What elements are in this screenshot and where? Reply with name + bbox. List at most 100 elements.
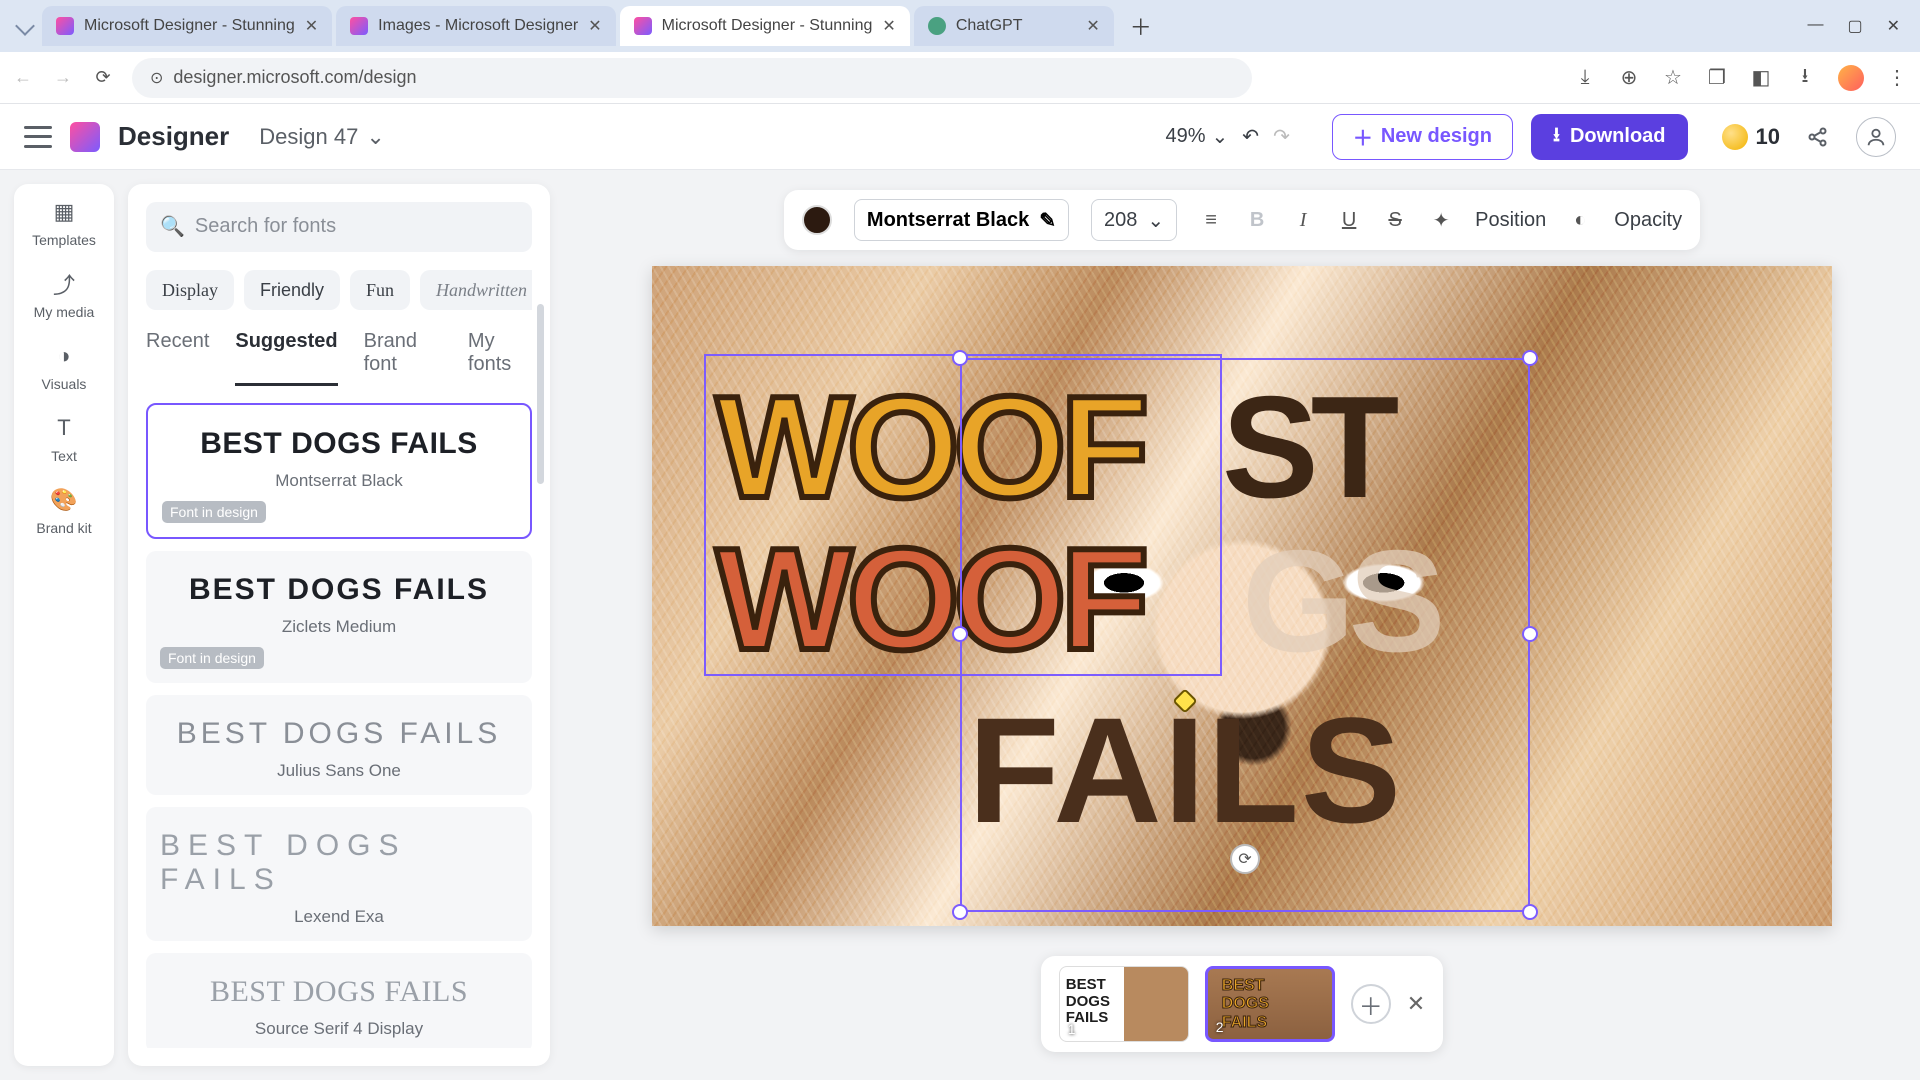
- chevron-down-icon: ⌄: [366, 124, 384, 150]
- bookmark-icon[interactable]: ☆: [1662, 67, 1684, 89]
- close-icon[interactable]: ✕: [882, 16, 895, 36]
- selection-box-main[interactable]: [960, 358, 1530, 912]
- page-thumbnail-1[interactable]: 1: [1059, 966, 1189, 1042]
- font-card-montserrat[interactable]: BEST DOGS FAILS Montserrat Black Font in…: [146, 403, 532, 539]
- scrollbar-thumb[interactable]: [537, 304, 544, 484]
- credits-value: 10: [1756, 124, 1780, 150]
- font-size-dropdown[interactable]: 208 ⌄: [1091, 199, 1177, 241]
- strikethrough-icon[interactable]: S: [1383, 209, 1407, 232]
- rail-my-media[interactable]: ⤴ My media: [14, 270, 114, 320]
- close-icon[interactable]: ✕: [1086, 16, 1099, 36]
- app-header: Designer Design 47 ⌄ 49% ⌄ ↶ ↷ ＋ New des…: [0, 104, 1920, 170]
- chip-friendly[interactable]: Friendly: [244, 270, 340, 311]
- design-canvas[interactable]: WOOF ST WOOF GS FAILS ⟳: [652, 266, 1832, 926]
- rail-templates[interactable]: ▦ Templates: [14, 198, 114, 248]
- reload-icon[interactable]: ⟳: [92, 67, 114, 89]
- page-thumbnail-2-active[interactable]: 2: [1205, 966, 1335, 1042]
- tab-title: ChatGPT: [956, 17, 1023, 35]
- design-name-dropdown[interactable]: Design 47 ⌄: [259, 124, 385, 150]
- resize-handle-icon[interactable]: [952, 350, 968, 366]
- favicon-icon: [56, 17, 74, 35]
- upload-icon: ⤴: [50, 270, 78, 298]
- chevron-down-icon: ⌄: [1212, 124, 1229, 149]
- install-app-icon[interactable]: ⤓: [1574, 67, 1596, 89]
- font-sample: BEST DOGS FAILS: [210, 975, 468, 1009]
- url-field[interactable]: ⊙ designer.microsoft.com/design: [132, 58, 1252, 98]
- browser-tab-2[interactable]: Images - Microsoft Designer ✕: [336, 6, 615, 46]
- zoom-dropdown[interactable]: 49% ⌄: [1166, 124, 1229, 149]
- edit-icon: ✎: [1039, 208, 1056, 233]
- site-info-icon[interactable]: ⊙: [150, 68, 163, 88]
- effects-icon[interactable]: ✦: [1429, 208, 1453, 233]
- undo-icon[interactable]: ↶: [1242, 124, 1259, 149]
- hamburger-menu-icon[interactable]: [24, 126, 52, 148]
- chip-handwritten[interactable]: Handwritten: [420, 270, 532, 311]
- side-panel-icon[interactable]: ◧: [1750, 67, 1772, 89]
- font-family-label: Montserrat Black: [867, 209, 1029, 232]
- profile-avatar-icon[interactable]: [1838, 65, 1864, 91]
- rail-visuals[interactable]: ◑ Visuals: [14, 342, 114, 392]
- back-icon[interactable]: ←: [12, 67, 34, 89]
- browser-tab-1[interactable]: Microsoft Designer - Stunning ✕: [42, 6, 332, 46]
- font-card-ziclets[interactable]: BEST DOGS FAILS Ziclets Medium Font in d…: [146, 551, 532, 683]
- download-button[interactable]: ⭳ Download: [1531, 114, 1688, 160]
- close-icon[interactable]: ✕: [305, 16, 318, 36]
- rail-brand-kit[interactable]: 🎨 Brand kit: [14, 486, 114, 536]
- new-tab-button[interactable]: ＋: [1124, 9, 1158, 43]
- opacity-button[interactable]: Opacity: [1614, 209, 1682, 232]
- tab-recent[interactable]: Recent: [146, 330, 209, 386]
- new-design-button[interactable]: ＋ New design: [1332, 114, 1513, 160]
- tab-title: Images - Microsoft Designer: [378, 17, 578, 35]
- font-card-lexend[interactable]: BEST DOGS FAILS Lexend Exa: [146, 807, 532, 941]
- redo-icon[interactable]: ↷: [1273, 124, 1290, 149]
- downloads-icon[interactable]: ⭳: [1794, 67, 1816, 89]
- text-color-swatch[interactable]: [802, 205, 832, 235]
- bold-icon[interactable]: B: [1245, 209, 1269, 232]
- zoom-browser-icon[interactable]: ⊕: [1618, 67, 1640, 89]
- text-toolbar: Montserrat Black ✎ 208 ⌄ ≡ B I U S ✦ Pos…: [784, 190, 1700, 250]
- italic-icon[interactable]: I: [1291, 209, 1315, 232]
- font-sample: BEST DOGS FAILS: [189, 573, 489, 607]
- font-card-source-serif[interactable]: BEST DOGS FAILS Source Serif 4 Display: [146, 953, 532, 1048]
- font-search-input[interactable]: 🔍 Search for fonts: [146, 202, 532, 252]
- resize-handle-icon[interactable]: [1522, 626, 1538, 642]
- text-icon: T: [50, 414, 78, 442]
- font-name: Julius Sans One: [277, 761, 401, 781]
- chip-display[interactable]: Display: [146, 270, 234, 311]
- tab-my-fonts[interactable]: My fonts: [468, 330, 532, 386]
- resize-handle-icon[interactable]: [1522, 904, 1538, 920]
- font-family-dropdown[interactable]: Montserrat Black ✎: [854, 199, 1069, 241]
- credits-counter[interactable]: 10: [1722, 124, 1780, 150]
- position-button[interactable]: Position: [1475, 209, 1546, 232]
- add-page-button[interactable]: ＋: [1351, 984, 1391, 1024]
- browser-tab-4[interactable]: ChatGPT ✕: [914, 6, 1114, 46]
- resize-handle-icon[interactable]: [952, 904, 968, 920]
- account-icon[interactable]: [1856, 117, 1896, 157]
- browser-tab-3-active[interactable]: Microsoft Designer - Stunning ✕: [620, 6, 910, 46]
- resize-handle-icon[interactable]: [1522, 350, 1538, 366]
- close-window-icon[interactable]: ✕: [1887, 16, 1900, 36]
- favicon-icon: [928, 17, 946, 35]
- font-name: Source Serif 4 Display: [255, 1019, 423, 1039]
- forward-icon[interactable]: →: [52, 67, 74, 89]
- close-strip-icon[interactable]: ✕: [1407, 991, 1425, 1017]
- tab-scroll-icon[interactable]: [15, 16, 35, 36]
- maximize-icon[interactable]: ▢: [1847, 16, 1862, 36]
- font-size-value: 208: [1104, 209, 1137, 232]
- tab-title: Microsoft Designer - Stunning: [84, 17, 295, 35]
- close-icon[interactable]: ✕: [588, 16, 601, 36]
- rotate-handle-icon[interactable]: ⟳: [1230, 844, 1260, 874]
- rail-text[interactable]: T Text: [14, 414, 114, 464]
- share-icon[interactable]: [1798, 117, 1838, 157]
- minimize-icon[interactable]: —: [1807, 16, 1823, 36]
- font-card-julius[interactable]: BEST DOGS FAILS Julius Sans One: [146, 695, 532, 795]
- resize-handle-icon[interactable]: [952, 626, 968, 642]
- browser-menu-icon[interactable]: ⋮: [1886, 67, 1908, 89]
- tab-suggested[interactable]: Suggested: [235, 330, 337, 386]
- chip-fun[interactable]: Fun: [350, 270, 410, 311]
- underline-icon[interactable]: U: [1337, 209, 1361, 232]
- extensions-icon[interactable]: ❐: [1706, 67, 1728, 89]
- align-icon[interactable]: ≡: [1199, 209, 1223, 232]
- rail-label: Text: [51, 448, 77, 464]
- tab-brand-font[interactable]: Brand font: [364, 330, 442, 386]
